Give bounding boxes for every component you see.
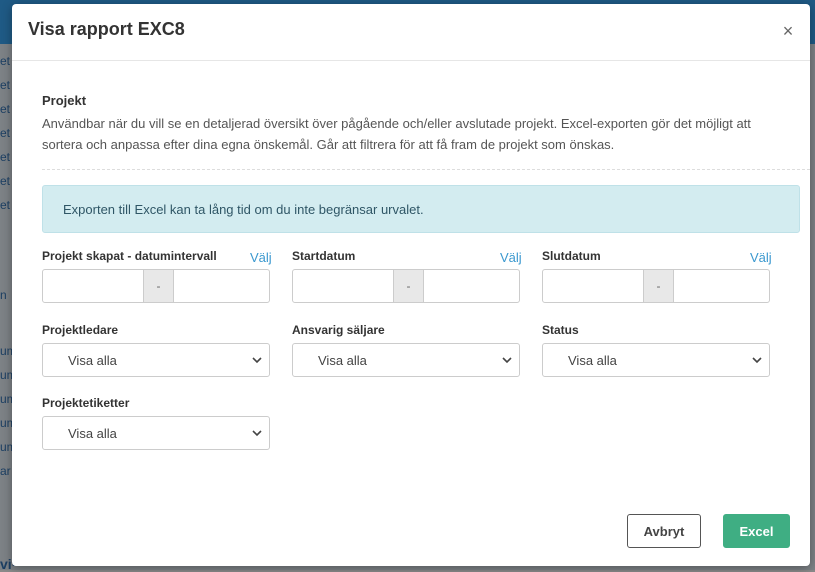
background-text: et: [0, 78, 11, 92]
project-tags-label: Projektetiketter: [42, 396, 130, 410]
created-range-field: -: [42, 269, 273, 304]
background-text: et: [0, 198, 11, 212]
select-value: Visa alla: [318, 353, 367, 368]
chevron-down-icon: [252, 357, 262, 364]
chevron-down-icon: [502, 357, 512, 364]
background-text: et: [0, 126, 11, 140]
range-separator: -: [393, 270, 424, 302]
sales-rep-label: Ansvarig säljare: [292, 323, 385, 337]
section-title: Projekt: [42, 93, 87, 108]
created-range-label: Projekt skapat - datumintervall: [42, 249, 217, 263]
project-manager-select[interactable]: Visa alla: [42, 343, 270, 377]
enddate-range-field: -: [542, 269, 773, 304]
startdate-label: Startdatum: [292, 249, 356, 263]
enddate-label: Slutdatum: [542, 249, 601, 263]
project-manager-label: Projektledare: [42, 323, 119, 337]
select-value: Visa alla: [68, 353, 117, 368]
background-text: et: [0, 102, 11, 116]
background-left-column: et et et et et et et n um um um um um ar…: [0, 44, 37, 572]
cancel-button[interactable]: Avbryt: [627, 514, 701, 548]
background-text: et: [0, 54, 11, 68]
enddate-from-input[interactable]: [543, 270, 647, 304]
sales-rep-select[interactable]: Visa alla: [292, 343, 520, 377]
project-tags-select[interactable]: Visa alla: [42, 416, 270, 450]
info-alert: Exporten till Excel kan ta lång tid om d…: [42, 185, 800, 233]
close-button[interactable]: ×: [778, 21, 798, 41]
alert-text: Exporten till Excel kan ta lång tid om d…: [63, 202, 424, 217]
range-separator: -: [143, 270, 174, 302]
background-text: n: [0, 288, 7, 302]
excel-export-button[interactable]: Excel: [723, 514, 790, 548]
startdate-choose-link[interactable]: Välj: [500, 250, 522, 265]
enddate-choose-link[interactable]: Välj: [750, 250, 772, 265]
modal-header: Visa rapport EXC8 ×: [12, 4, 810, 61]
background-text: ar: [0, 464, 11, 478]
section-divider: [42, 169, 810, 170]
enddate-to-input[interactable]: [673, 270, 773, 304]
created-end-input[interactable]: [173, 270, 273, 304]
background-bottom-strip: [11, 566, 810, 570]
modal-title: Visa rapport EXC8: [28, 19, 185, 39]
select-value: Visa alla: [68, 426, 117, 441]
chevron-down-icon: [252, 430, 262, 437]
section-description: Användbar när du vill se en detaljerad ö…: [42, 116, 751, 152]
background-text: et: [0, 174, 11, 188]
status-select[interactable]: Visa alla: [542, 343, 770, 377]
chevron-down-icon: [752, 357, 762, 364]
select-value: Visa alla: [568, 353, 617, 368]
created-start-input[interactable]: [43, 270, 147, 304]
close-icon: ×: [782, 21, 794, 41]
report-modal: Visa rapport EXC8 × Projekt Användbar nä…: [12, 4, 810, 566]
startdate-range-field: -: [292, 269, 523, 304]
startdate-to-input[interactable]: [423, 270, 523, 304]
range-separator: -: [643, 270, 674, 302]
status-label: Status: [542, 323, 579, 337]
background-right-column: [810, 44, 815, 570]
background-text: et: [0, 150, 11, 164]
created-range-choose-link[interactable]: Välj: [250, 250, 272, 265]
startdate-from-input[interactable]: [293, 270, 397, 304]
